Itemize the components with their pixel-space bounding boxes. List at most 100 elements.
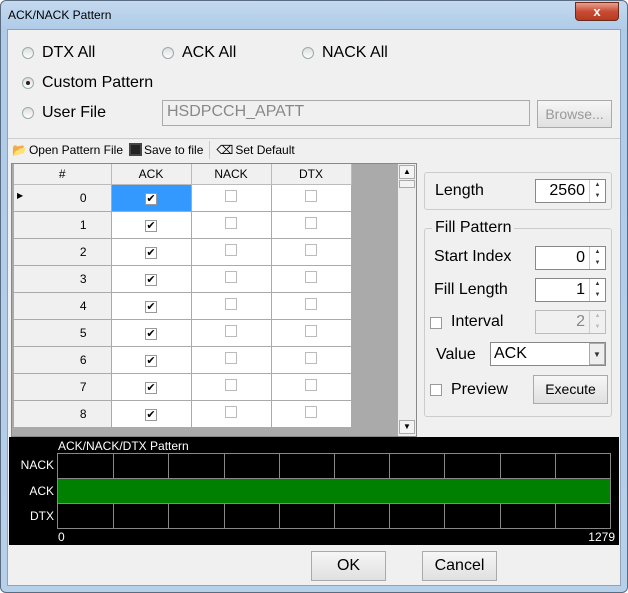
table-row[interactable]: 3 ✔ — [14, 265, 352, 293]
vertical-scrollbar[interactable]: ▲ ▼ — [398, 164, 416, 436]
cell-nack[interactable] — [191, 211, 272, 239]
interval-checkbox[interactable] — [430, 317, 442, 329]
radio-button[interactable] — [162, 47, 174, 59]
cell-dtx[interactable] — [271, 238, 352, 266]
cell-ack[interactable]: ✔ — [111, 400, 192, 428]
dtx-checkbox[interactable] — [305, 244, 317, 256]
scroll-up-button[interactable]: ▲ — [399, 165, 415, 179]
nack-checkbox[interactable] — [225, 325, 237, 337]
table-row[interactable]: 5 ✔ — [14, 319, 352, 347]
table-row[interactable]: 1 ✔ — [14, 211, 352, 239]
ack-checkbox[interactable]: ✔ — [145, 300, 157, 313]
spin-arrows-icon[interactable]: ▲ ▼ — [589, 247, 605, 269]
table-row[interactable]: 7 ✔ — [14, 373, 352, 401]
dtx-checkbox[interactable] — [305, 298, 317, 310]
cell-dtx[interactable] — [271, 373, 352, 401]
cell-dtx[interactable] — [271, 184, 352, 212]
cell-nack[interactable] — [191, 400, 272, 428]
dtx-checkbox[interactable] — [305, 325, 317, 337]
cell-dtx[interactable] — [271, 400, 352, 428]
cell-nack[interactable] — [191, 184, 272, 212]
execute-button[interactable]: Execute — [533, 375, 608, 404]
chevron-down-icon[interactable]: ▼ — [589, 343, 605, 365]
radio-ack-all[interactable]: ACK All — [162, 44, 236, 62]
spin-arrows-icon[interactable]: ▲ ▼ — [589, 311, 605, 333]
radio-button[interactable] — [22, 47, 34, 59]
dtx-checkbox[interactable] — [305, 406, 317, 418]
ack-checkbox[interactable]: ✔ — [145, 219, 157, 232]
spin-arrows-icon[interactable]: ▲ ▼ — [589, 279, 605, 301]
table-row[interactable]: 6 ✔ — [14, 346, 352, 374]
open-pattern-file-button[interactable]: 📂 Open Pattern File — [12, 143, 123, 157]
save-to-file-button[interactable]: Save to file — [129, 143, 203, 157]
cell-nack[interactable] — [191, 292, 272, 320]
nack-checkbox[interactable] — [225, 379, 237, 391]
radio-nack-all[interactable]: NACK All — [302, 44, 388, 62]
radio-dtx-all[interactable]: DTX All — [22, 44, 95, 62]
cell-dtx[interactable] — [271, 265, 352, 293]
nack-checkbox[interactable] — [225, 271, 237, 283]
table-row[interactable]: ▶ 0 ✔ — [14, 184, 352, 212]
cell-ack[interactable]: ✔ — [111, 373, 192, 401]
ack-checkbox[interactable]: ✔ — [145, 192, 157, 205]
ok-button[interactable]: OK — [311, 551, 386, 581]
column-header-dtx[interactable]: DTX — [271, 164, 352, 185]
spin-arrows-icon[interactable]: ▲ ▼ — [589, 180, 605, 202]
table-row[interactable]: 2 ✔ — [14, 238, 352, 266]
radio-custom-pattern[interactable]: Custom Pattern — [22, 74, 153, 92]
nack-checkbox[interactable] — [225, 352, 237, 364]
cell-dtx[interactable] — [271, 319, 352, 347]
cell-nack[interactable] — [191, 238, 272, 266]
scroll-down-button[interactable]: ▼ — [399, 420, 415, 434]
set-default-button[interactable]: ⌫ Set Default — [216, 143, 294, 157]
interval-spinner[interactable]: 2 ▲ ▼ — [535, 310, 606, 334]
cell-ack[interactable]: ✔ — [111, 211, 192, 239]
close-button[interactable]: x — [575, 2, 619, 21]
browse-button[interactable]: Browse... — [537, 100, 612, 128]
cell-ack[interactable]: ✔ — [111, 346, 192, 374]
start-index-spinner[interactable]: 0 ▲ ▼ — [535, 246, 606, 270]
ack-checkbox[interactable]: ✔ — [145, 246, 157, 259]
ack-checkbox[interactable]: ✔ — [145, 354, 157, 367]
fill-length-spinner[interactable]: 1 ▲ ▼ — [535, 278, 606, 302]
dtx-checkbox[interactable] — [305, 190, 317, 202]
cell-nack[interactable] — [191, 373, 272, 401]
nack-checkbox[interactable] — [225, 190, 237, 202]
dtx-checkbox[interactable] — [305, 271, 317, 283]
ack-checkbox[interactable]: ✔ — [145, 408, 157, 421]
radio-button[interactable] — [302, 47, 314, 59]
preview-checkbox[interactable] — [430, 384, 442, 396]
nack-checkbox[interactable] — [225, 244, 237, 256]
column-header-ack[interactable]: ACK — [111, 164, 192, 185]
cancel-button[interactable]: Cancel — [422, 551, 497, 581]
cell-dtx[interactable] — [271, 346, 352, 374]
cell-dtx[interactable] — [271, 292, 352, 320]
cell-ack[interactable]: ✔ — [111, 319, 192, 347]
cell-ack[interactable]: ✔ — [111, 238, 192, 266]
cell-nack[interactable] — [191, 265, 272, 293]
nack-checkbox[interactable] — [225, 298, 237, 310]
value-select[interactable]: ACK ▼ — [490, 342, 606, 366]
user-file-input[interactable]: HSDPCCH_APATT — [162, 100, 530, 126]
nack-checkbox[interactable] — [225, 217, 237, 229]
length-spinner[interactable]: 2560 ▲ ▼ — [535, 179, 606, 203]
radio-button[interactable] — [22, 107, 34, 119]
dtx-checkbox[interactable] — [305, 217, 317, 229]
nack-checkbox[interactable] — [225, 406, 237, 418]
dtx-checkbox[interactable] — [305, 352, 317, 364]
ack-checkbox[interactable]: ✔ — [145, 273, 157, 286]
cell-ack[interactable]: ✔ — [111, 292, 192, 320]
cell-ack[interactable]: ✔ — [111, 184, 192, 212]
radio-button[interactable] — [22, 77, 34, 89]
radio-user-file[interactable]: User File — [22, 104, 106, 122]
column-header-nack[interactable]: NACK — [191, 164, 272, 185]
dtx-checkbox[interactable] — [305, 379, 317, 391]
scroll-thumb[interactable] — [399, 180, 415, 188]
cell-nack[interactable] — [191, 319, 272, 347]
ack-checkbox[interactable]: ✔ — [145, 381, 157, 394]
cell-nack[interactable] — [191, 346, 272, 374]
table-row[interactable]: 8 ✔ — [14, 400, 352, 428]
ack-checkbox[interactable]: ✔ — [145, 327, 157, 340]
table-row[interactable]: 4 ✔ — [14, 292, 352, 320]
cell-ack[interactable]: ✔ — [111, 265, 192, 293]
